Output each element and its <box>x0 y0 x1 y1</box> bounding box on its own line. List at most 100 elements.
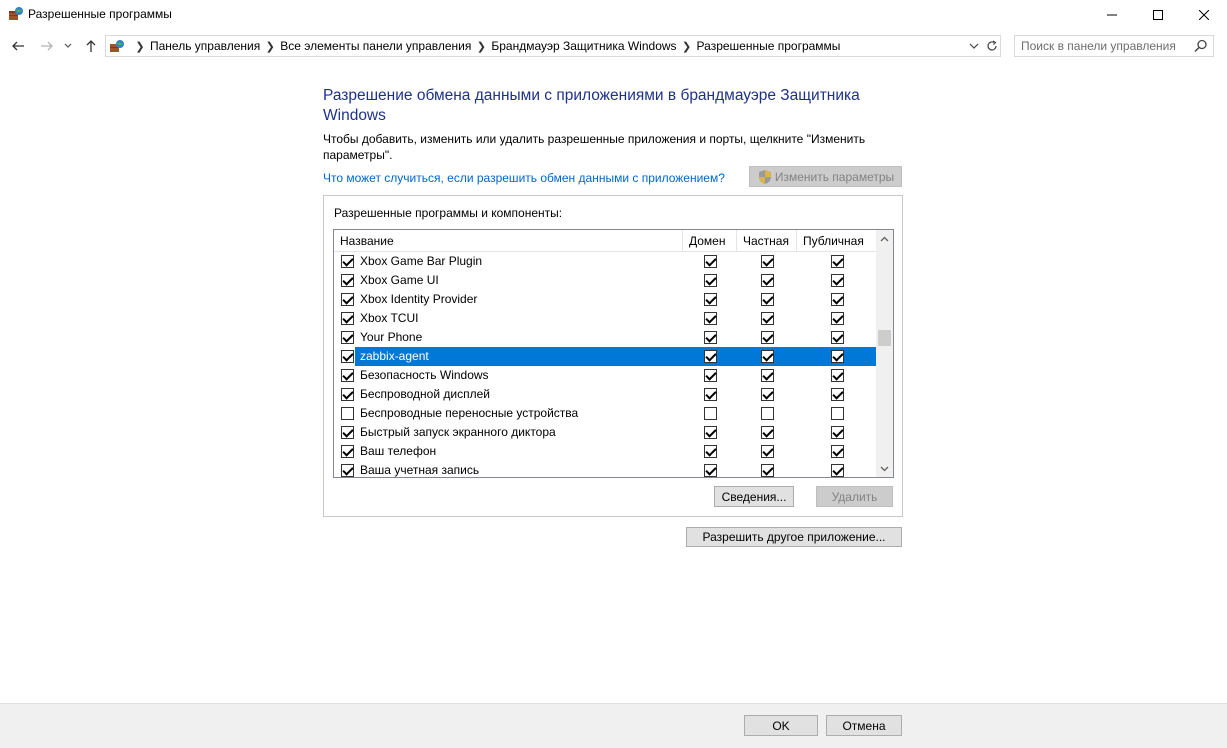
address-history-button[interactable] <box>966 38 982 54</box>
app-enabled-checkbox[interactable] <box>341 407 354 420</box>
column-header-public[interactable]: Публичная <box>797 230 877 252</box>
app-enabled-checkbox[interactable] <box>341 331 354 344</box>
chevron-right-icon[interactable]: ❯ <box>681 40 693 53</box>
app-enabled-checkbox[interactable] <box>341 312 354 325</box>
breadcrumb-firewall[interactable]: Брандмауэр Защитника Windows <box>491 39 676 53</box>
minimize-button[interactable] <box>1089 0 1135 30</box>
table-row[interactable]: Xbox TCUI <box>334 309 877 328</box>
private-checkbox[interactable] <box>760 388 774 401</box>
table-row[interactable]: Быстрый запуск экранного диктора <box>334 423 877 442</box>
vertical-scrollbar[interactable] <box>876 230 893 477</box>
scrollbar-thumb[interactable] <box>878 330 891 346</box>
public-checkbox[interactable] <box>830 312 844 325</box>
column-header-private[interactable]: Частная <box>737 230 797 252</box>
delete-button[interactable]: Удалить <box>816 486 893 507</box>
allowed-apps-list[interactable]: Название Домен Частная Публичная Xbox Ga… <box>333 229 894 478</box>
public-checkbox[interactable] <box>830 274 844 287</box>
ok-button[interactable]: OK <box>744 715 818 736</box>
private-checkbox[interactable] <box>760 407 774 420</box>
table-row[interactable]: Xbox Game Bar Plugin <box>334 252 877 271</box>
column-header-name[interactable]: Название <box>334 230 683 252</box>
recent-locations-button[interactable] <box>61 36 75 56</box>
app-enabled-checkbox[interactable] <box>341 445 354 458</box>
table-row[interactable]: Ваш телефон <box>334 442 877 461</box>
up-button[interactable] <box>81 36 101 56</box>
table-row[interactable]: Безопасность Windows <box>334 366 877 385</box>
public-checkbox[interactable] <box>830 407 844 420</box>
help-link[interactable]: Что может случиться, если разрешить обме… <box>323 171 725 185</box>
breadcrumb-control-panel[interactable]: Панель управления <box>150 39 260 53</box>
app-enabled-checkbox[interactable] <box>341 388 354 401</box>
cancel-button[interactable]: Отмена <box>826 715 902 736</box>
app-enabled-checkbox[interactable] <box>341 464 354 477</box>
app-enabled-checkbox[interactable] <box>341 350 354 363</box>
chevron-right-icon[interactable]: ❯ <box>134 40 146 53</box>
public-checkbox[interactable] <box>830 293 844 306</box>
domain-checkbox[interactable] <box>703 464 717 477</box>
table-row[interactable]: Your Phone <box>334 328 877 347</box>
private-checkbox[interactable] <box>760 445 774 458</box>
private-checkbox[interactable] <box>760 426 774 439</box>
app-enabled-checkbox[interactable] <box>341 369 354 382</box>
public-checkbox[interactable] <box>830 445 844 458</box>
table-row[interactable]: zabbix-agent <box>334 347 877 366</box>
public-checkbox[interactable] <box>830 350 844 363</box>
domain-checkbox[interactable] <box>703 255 717 268</box>
search-input[interactable] <box>1021 38 1191 54</box>
change-settings-button[interactable]: Изменить параметры <box>749 166 902 187</box>
app-enabled-checkbox[interactable] <box>341 255 354 268</box>
breadcrumb-allowed-apps[interactable]: Разрешенные программы <box>697 39 841 53</box>
address-bar[interactable]: ❯ Панель управления ❯ Все элементы панел… <box>105 35 1001 57</box>
maximize-button[interactable] <box>1135 0 1181 30</box>
search-icon[interactable] <box>1194 39 1208 53</box>
table-row[interactable]: Xbox Identity Provider <box>334 290 877 309</box>
private-cell <box>737 404 797 423</box>
forward-button[interactable] <box>37 36 57 56</box>
private-checkbox[interactable] <box>760 293 774 306</box>
chevron-right-icon[interactable]: ❯ <box>264 40 276 53</box>
domain-checkbox[interactable] <box>703 369 717 382</box>
private-checkbox[interactable] <box>760 350 774 363</box>
private-checkbox[interactable] <box>760 255 774 268</box>
domain-checkbox[interactable] <box>703 426 717 439</box>
private-checkbox[interactable] <box>760 464 774 477</box>
allowed-apps-group: Разрешенные программы и компоненты: Назв… <box>323 195 903 517</box>
search-box[interactable] <box>1014 35 1214 57</box>
column-header-domain[interactable]: Домен <box>683 230 737 252</box>
back-button[interactable] <box>8 36 28 56</box>
domain-checkbox[interactable] <box>703 445 717 458</box>
close-button[interactable] <box>1181 0 1227 30</box>
private-checkbox[interactable] <box>760 369 774 382</box>
domain-checkbox[interactable] <box>703 407 717 420</box>
private-checkbox[interactable] <box>760 331 774 344</box>
scroll-up-button[interactable] <box>876 230 893 247</box>
domain-checkbox[interactable] <box>703 312 717 325</box>
public-checkbox[interactable] <box>830 426 844 439</box>
domain-checkbox[interactable] <box>703 293 717 306</box>
private-checkbox[interactable] <box>760 312 774 325</box>
public-checkbox[interactable] <box>830 464 844 477</box>
table-row[interactable]: Ваша учетная запись <box>334 461 877 477</box>
app-enabled-checkbox[interactable] <box>341 426 354 439</box>
public-checkbox[interactable] <box>830 255 844 268</box>
breadcrumb-all-items[interactable]: Все элементы панели управления <box>280 39 471 53</box>
private-checkbox[interactable] <box>760 274 774 287</box>
firewall-app-icon <box>8 6 24 22</box>
details-button[interactable]: Сведения... <box>714 486 794 507</box>
domain-checkbox[interactable] <box>703 350 717 363</box>
table-row[interactable]: Беспроводной дисплей <box>334 385 877 404</box>
table-row[interactable]: Xbox Game UI <box>334 271 877 290</box>
public-checkbox[interactable] <box>830 331 844 344</box>
public-checkbox[interactable] <box>830 388 844 401</box>
table-row[interactable]: Беспроводные переносные устройства <box>334 404 877 423</box>
app-enabled-checkbox[interactable] <box>341 293 354 306</box>
app-enabled-checkbox[interactable] <box>341 274 354 287</box>
chevron-right-icon[interactable]: ❯ <box>475 40 487 53</box>
domain-checkbox[interactable] <box>703 388 717 401</box>
refresh-button[interactable] <box>982 36 1000 56</box>
domain-checkbox[interactable] <box>703 331 717 344</box>
public-checkbox[interactable] <box>830 369 844 382</box>
domain-checkbox[interactable] <box>703 274 717 287</box>
scroll-down-button[interactable] <box>876 460 893 477</box>
allow-other-app-button[interactable]: Разрешить другое приложение... <box>686 527 902 547</box>
